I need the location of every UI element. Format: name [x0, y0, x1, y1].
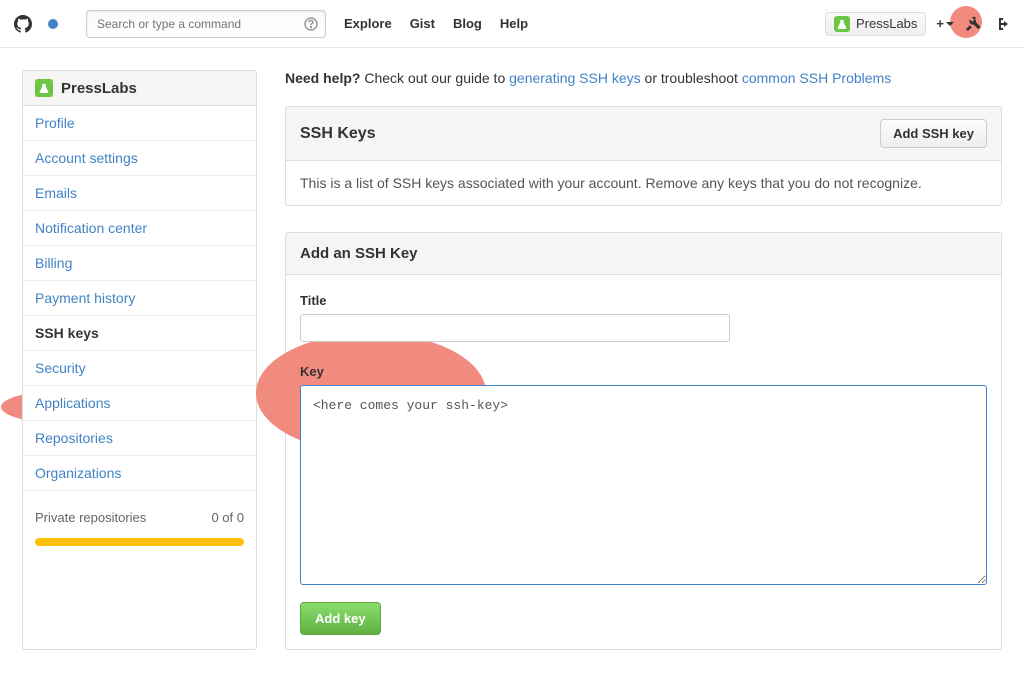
help-line: Need help? Check out our guide to genera… [285, 70, 1002, 86]
nav-blog[interactable]: Blog [453, 16, 482, 31]
ssh-keys-panel: SSH Keys Add SSH key This is a list of S… [285, 106, 1002, 206]
beaker-icon [35, 79, 53, 97]
create-new-button[interactable]: + [936, 16, 954, 31]
search-wrap [86, 10, 326, 38]
sidebar-item-security[interactable]: Security [23, 351, 256, 386]
add-ssh-key-form: Add an SSH Key Title Key Add key [285, 232, 1002, 650]
sidebar-item-emails[interactable]: Emails [23, 176, 256, 211]
sidebar-item-organizations[interactable]: Organizations [23, 456, 256, 491]
top-right: PressLabs + [825, 12, 1010, 36]
sidebar-item-notification-center[interactable]: Notification center [23, 211, 256, 246]
beaker-icon [834, 16, 850, 32]
container: PressLabs ProfileAccount settingsEmailsN… [0, 48, 1024, 690]
form-body: Title Key Add key [286, 275, 1001, 649]
sidebar-title: PressLabs [61, 80, 137, 97]
sidebar-item-ssh-keys[interactable]: SSH keys [23, 316, 256, 351]
sidebar-item-profile[interactable]: Profile [23, 106, 256, 141]
nav-gist[interactable]: Gist [410, 16, 435, 31]
user-badge[interactable]: PressLabs [825, 12, 926, 36]
ssh-keys-desc: This is a list of SSH keys associated wi… [286, 161, 1001, 205]
sidebar-stats: Private repositories 0 of 0 [23, 501, 256, 534]
plus-icon: + [936, 16, 944, 31]
topbar: Explore Gist Blog Help PressLabs + [0, 0, 1024, 48]
username-label: PressLabs [856, 16, 917, 31]
help-prefix: Need help? [285, 70, 360, 86]
top-nav: Explore Gist Blog Help [344, 16, 528, 31]
search-help-icon[interactable] [304, 17, 318, 31]
logout-icon[interactable] [992, 15, 1010, 33]
link-common-ssh[interactable]: common SSH Problems [742, 70, 891, 86]
sidebar-item-account-settings[interactable]: Account settings [23, 141, 256, 176]
link-generating-ssh[interactable]: generating SSH keys [509, 70, 641, 86]
main: Need help? Check out our guide to genera… [285, 70, 1002, 650]
ssh-keys-panel-head: SSH Keys Add SSH key [286, 107, 1001, 161]
title-input[interactable] [300, 314, 730, 342]
sidebar-item-applications[interactable]: Applications [23, 386, 256, 421]
nav-explore[interactable]: Explore [344, 16, 392, 31]
github-logo-icon[interactable] [14, 15, 32, 33]
private-repos-count: 0 of 0 [211, 510, 244, 525]
key-textarea[interactable] [300, 385, 987, 585]
usage-bar [35, 538, 244, 546]
key-label: Key [300, 364, 987, 379]
add-key-button[interactable]: Add key [300, 602, 381, 635]
chevron-down-icon [946, 22, 954, 26]
title-label: Title [300, 293, 987, 308]
tools-icon[interactable] [964, 15, 982, 33]
help-text1: Check out our guide to [360, 70, 509, 86]
sidebar-item-billing[interactable]: Billing [23, 246, 256, 281]
settings-sidebar: PressLabs ProfileAccount settingsEmailsN… [22, 70, 257, 650]
add-ssh-key-button[interactable]: Add SSH key [880, 119, 987, 148]
sidebar-item-repositories[interactable]: Repositories [23, 421, 256, 456]
search-input[interactable] [86, 10, 326, 38]
help-text2: or troubleshoot [641, 70, 742, 86]
private-repos-label: Private repositories [35, 510, 146, 525]
notification-dot-icon[interactable] [48, 19, 58, 29]
sidebar-item-payment-history[interactable]: Payment history [23, 281, 256, 316]
form-title: Add an SSH Key [286, 233, 1001, 275]
sidebar-header: PressLabs [23, 71, 256, 106]
ssh-keys-title: SSH Keys [300, 125, 376, 143]
nav-help[interactable]: Help [500, 16, 528, 31]
